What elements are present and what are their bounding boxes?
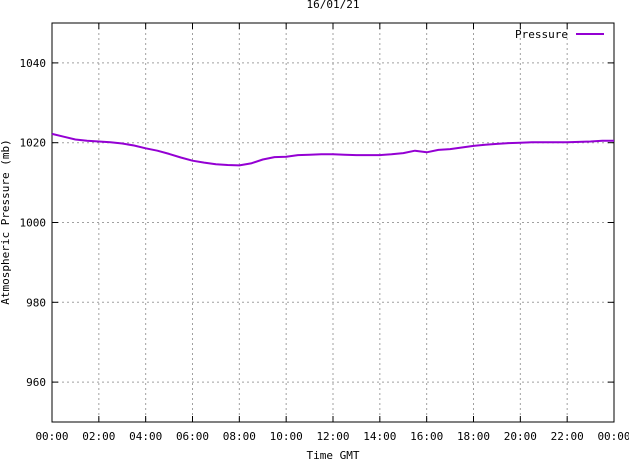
x-tick-label: 00:00 xyxy=(35,430,68,443)
y-tick-label: 1020 xyxy=(20,137,47,150)
x-tick-label: 22:00 xyxy=(551,430,584,443)
x-tick-label: 04:00 xyxy=(129,430,162,443)
chart-title: 16/01/21 xyxy=(307,0,360,11)
y-axis-label: Atmospheric Pressure (mb) xyxy=(0,139,12,305)
x-tick-label: 14:00 xyxy=(363,430,396,443)
x-tick-label: 02:00 xyxy=(82,430,115,443)
x-tick-label: 16:00 xyxy=(410,430,443,443)
y-tick-label: 1040 xyxy=(20,57,47,70)
x-tick-label: 12:00 xyxy=(316,430,349,443)
grid xyxy=(52,23,614,422)
x-axis-ticks: 00:00 02:00 04:00 06:00 08:00 10:00 12:00 14:00… xyxy=(35,23,629,443)
legend: Pressure xyxy=(515,28,604,41)
y-tick-label: 960 xyxy=(26,376,46,389)
legend-label: Pressure xyxy=(515,28,568,41)
x-tick-label: 10:00 xyxy=(270,430,303,443)
y-tick-label: 980 xyxy=(26,296,46,309)
x-tick-label: 08:00 xyxy=(223,430,256,443)
x-tick-label: 00:00 xyxy=(597,430,629,443)
x-tick-label: 20:00 xyxy=(504,430,537,443)
x-tick-label: 18:00 xyxy=(457,430,490,443)
pressure-chart: 16/01/21 960 980 1000 1020 1040 00:00 02:00 04… xyxy=(0,0,629,459)
x-tick-label: 06:00 xyxy=(176,430,209,443)
y-tick-label: 1000 xyxy=(20,217,47,230)
x-axis-label: Time GMT xyxy=(307,449,360,459)
